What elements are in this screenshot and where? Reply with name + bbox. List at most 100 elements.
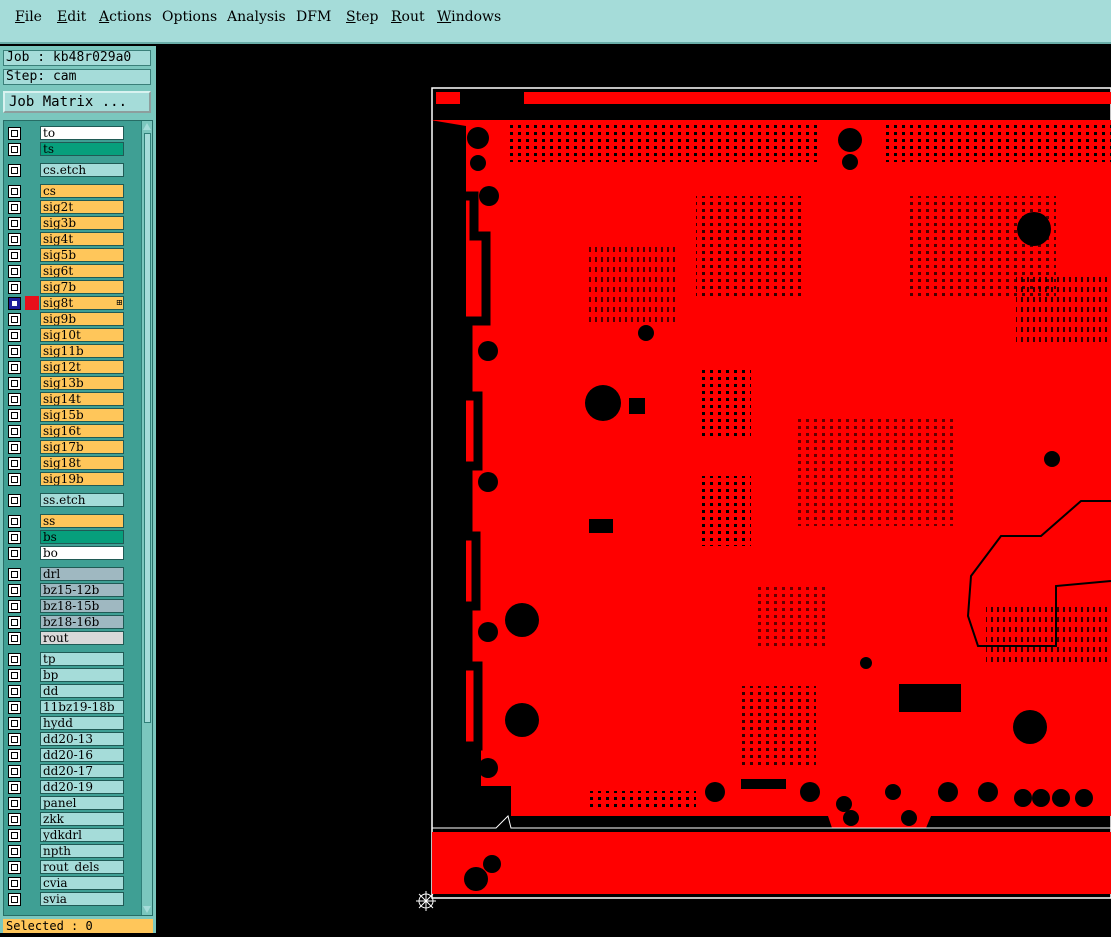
layer-row-bp[interactable]: bp xyxy=(4,667,139,683)
layer-checkbox[interactable] xyxy=(8,233,21,246)
layer-row-panel[interactable]: panel xyxy=(4,795,139,811)
layer-name[interactable]: sig12t xyxy=(40,360,124,374)
layer-color-swatch[interactable] xyxy=(25,344,39,358)
layer-color-swatch[interactable] xyxy=(25,312,39,326)
layer-name[interactable]: bo xyxy=(40,546,124,560)
layer-row-sig2t[interactable]: sig2t xyxy=(4,199,139,215)
layer-row-dd20-19[interactable]: dd20-19 xyxy=(4,779,139,795)
layer-color-swatch[interactable] xyxy=(25,408,39,422)
layer-row-npth[interactable]: npth xyxy=(4,843,139,859)
layer-row-sig15b[interactable]: sig15b xyxy=(4,407,139,423)
layer-row-bz15-12b[interactable]: bz15-12b xyxy=(4,582,139,598)
layer-name[interactable]: bz18-15b xyxy=(40,599,124,613)
layer-name[interactable]: bz15-12b xyxy=(40,583,124,597)
layer-row-bo[interactable]: bo xyxy=(4,545,139,561)
scrollbar-thumb[interactable] xyxy=(144,133,151,723)
layer-checkbox[interactable] xyxy=(8,361,21,374)
layer-row-sig7b[interactable]: sig7b xyxy=(4,279,139,295)
layer-checkbox[interactable] xyxy=(8,749,21,762)
layer-row-ydkdrl[interactable]: ydkdrl xyxy=(4,827,139,843)
layer-name[interactable]: drl xyxy=(40,567,124,581)
menu-options[interactable]: Options xyxy=(162,9,217,25)
job-matrix-button[interactable]: Job Matrix ... xyxy=(3,91,151,113)
layer-name[interactable]: ss.etch xyxy=(40,493,124,507)
layer-name[interactable]: ss xyxy=(40,514,124,528)
layer-checkbox[interactable] xyxy=(8,473,21,486)
layer-row-svia[interactable]: svia xyxy=(4,891,139,907)
layer-name[interactable]: npth xyxy=(40,844,124,858)
layer-color-swatch[interactable] xyxy=(25,328,39,342)
layer-color-swatch[interactable] xyxy=(25,163,39,177)
layer-color-swatch[interactable] xyxy=(25,860,39,874)
layer-row-ts[interactable]: ts xyxy=(4,141,139,157)
layer-checkbox[interactable] xyxy=(8,297,21,310)
layer-color-swatch[interactable] xyxy=(25,764,39,778)
layer-checkbox[interactable] xyxy=(8,616,21,629)
layer-row-hydd[interactable]: hydd xyxy=(4,715,139,731)
layer-row-to[interactable]: to xyxy=(4,125,139,141)
layer-color-swatch[interactable] xyxy=(25,472,39,486)
layer-checkbox[interactable] xyxy=(8,164,21,177)
menu-actions[interactable]: Actions xyxy=(99,9,152,25)
layer-name[interactable]: to xyxy=(40,126,124,140)
layer-name[interactable]: dd20-13 xyxy=(40,732,124,746)
layer-color-swatch[interactable] xyxy=(25,796,39,810)
layer-color-swatch[interactable] xyxy=(25,716,39,730)
layer-name[interactable]: sig18t xyxy=(40,456,124,470)
layer-color-swatch[interactable] xyxy=(25,142,39,156)
layer-checkbox[interactable] xyxy=(8,265,21,278)
layer-color-swatch[interactable] xyxy=(25,126,39,140)
layer-row-cs.etch[interactable]: cs.etch xyxy=(4,162,139,178)
layer-row-sig6t[interactable]: sig6t xyxy=(4,263,139,279)
layer-name[interactable]: sig16t xyxy=(40,424,124,438)
layer-checkbox[interactable] xyxy=(8,547,21,560)
layer-checkbox[interactable] xyxy=(8,143,21,156)
layer-name[interactable]: sig4t xyxy=(40,232,124,246)
layer-name[interactable]: sig10t xyxy=(40,328,124,342)
layer-name[interactable]: bp xyxy=(40,668,124,682)
layer-checkbox[interactable] xyxy=(8,893,21,906)
layer-row-dd[interactable]: dd xyxy=(4,683,139,699)
layer-row-drl[interactable]: drl xyxy=(4,566,139,582)
layer-checkbox[interactable] xyxy=(8,813,21,826)
layer-name[interactable]: dd20-17 xyxy=(40,764,124,778)
layer-name[interactable]: rout xyxy=(40,631,124,645)
layer-checkbox[interactable] xyxy=(8,877,21,890)
layer-color-swatch[interactable] xyxy=(25,780,39,794)
layer-checkbox[interactable] xyxy=(8,701,21,714)
layer-checkbox[interactable] xyxy=(8,845,21,858)
layer-row-sig16t[interactable]: sig16t xyxy=(4,423,139,439)
layer-name[interactable]: sig19b xyxy=(40,472,124,486)
layer-name[interactable]: sig14t xyxy=(40,392,124,406)
layer-color-swatch[interactable] xyxy=(25,599,39,613)
menu-rout[interactable]: Rout xyxy=(391,9,425,25)
layer-row-sig9b[interactable]: sig9b xyxy=(4,311,139,327)
layer-name[interactable]: sig6t xyxy=(40,264,124,278)
layer-row-sig14t[interactable]: sig14t xyxy=(4,391,139,407)
layer-name[interactable]: 11bz19-18b xyxy=(40,700,124,714)
layer-checkbox[interactable] xyxy=(8,457,21,470)
layer-name[interactable]: sig8t xyxy=(40,296,124,310)
layer-color-swatch[interactable] xyxy=(25,748,39,762)
layer-row-dd20-17[interactable]: dd20-17 xyxy=(4,763,139,779)
layer-row-sig8t[interactable]: sig8t ⊞ xyxy=(4,295,139,311)
layer-row-sig3b[interactable]: sig3b xyxy=(4,215,139,231)
layer-row-dd20-13[interactable]: dd20-13 xyxy=(4,731,139,747)
layer-color-swatch[interactable] xyxy=(25,360,39,374)
layer-name[interactable]: sig15b xyxy=(40,408,124,422)
menu-windows[interactable]: Windows xyxy=(437,9,501,25)
scroll-down-icon[interactable] xyxy=(143,906,151,913)
layer-color-swatch[interactable] xyxy=(25,892,39,906)
layer-name[interactable]: rout_dels xyxy=(40,860,124,874)
layer-color-swatch[interactable] xyxy=(25,828,39,842)
layer-color-swatch[interactable] xyxy=(25,248,39,262)
layer-color-swatch[interactable] xyxy=(25,392,39,406)
layer-checkbox[interactable] xyxy=(8,568,21,581)
layer-color-swatch[interactable] xyxy=(25,456,39,470)
layer-name[interactable]: dd xyxy=(40,684,124,698)
layer-name[interactable]: sig13b xyxy=(40,376,124,390)
layer-checkbox[interactable] xyxy=(8,217,21,230)
layer-checkbox[interactable] xyxy=(8,185,21,198)
layer-name[interactable]: ydkdrl xyxy=(40,828,124,842)
layer-checkbox[interactable] xyxy=(8,345,21,358)
